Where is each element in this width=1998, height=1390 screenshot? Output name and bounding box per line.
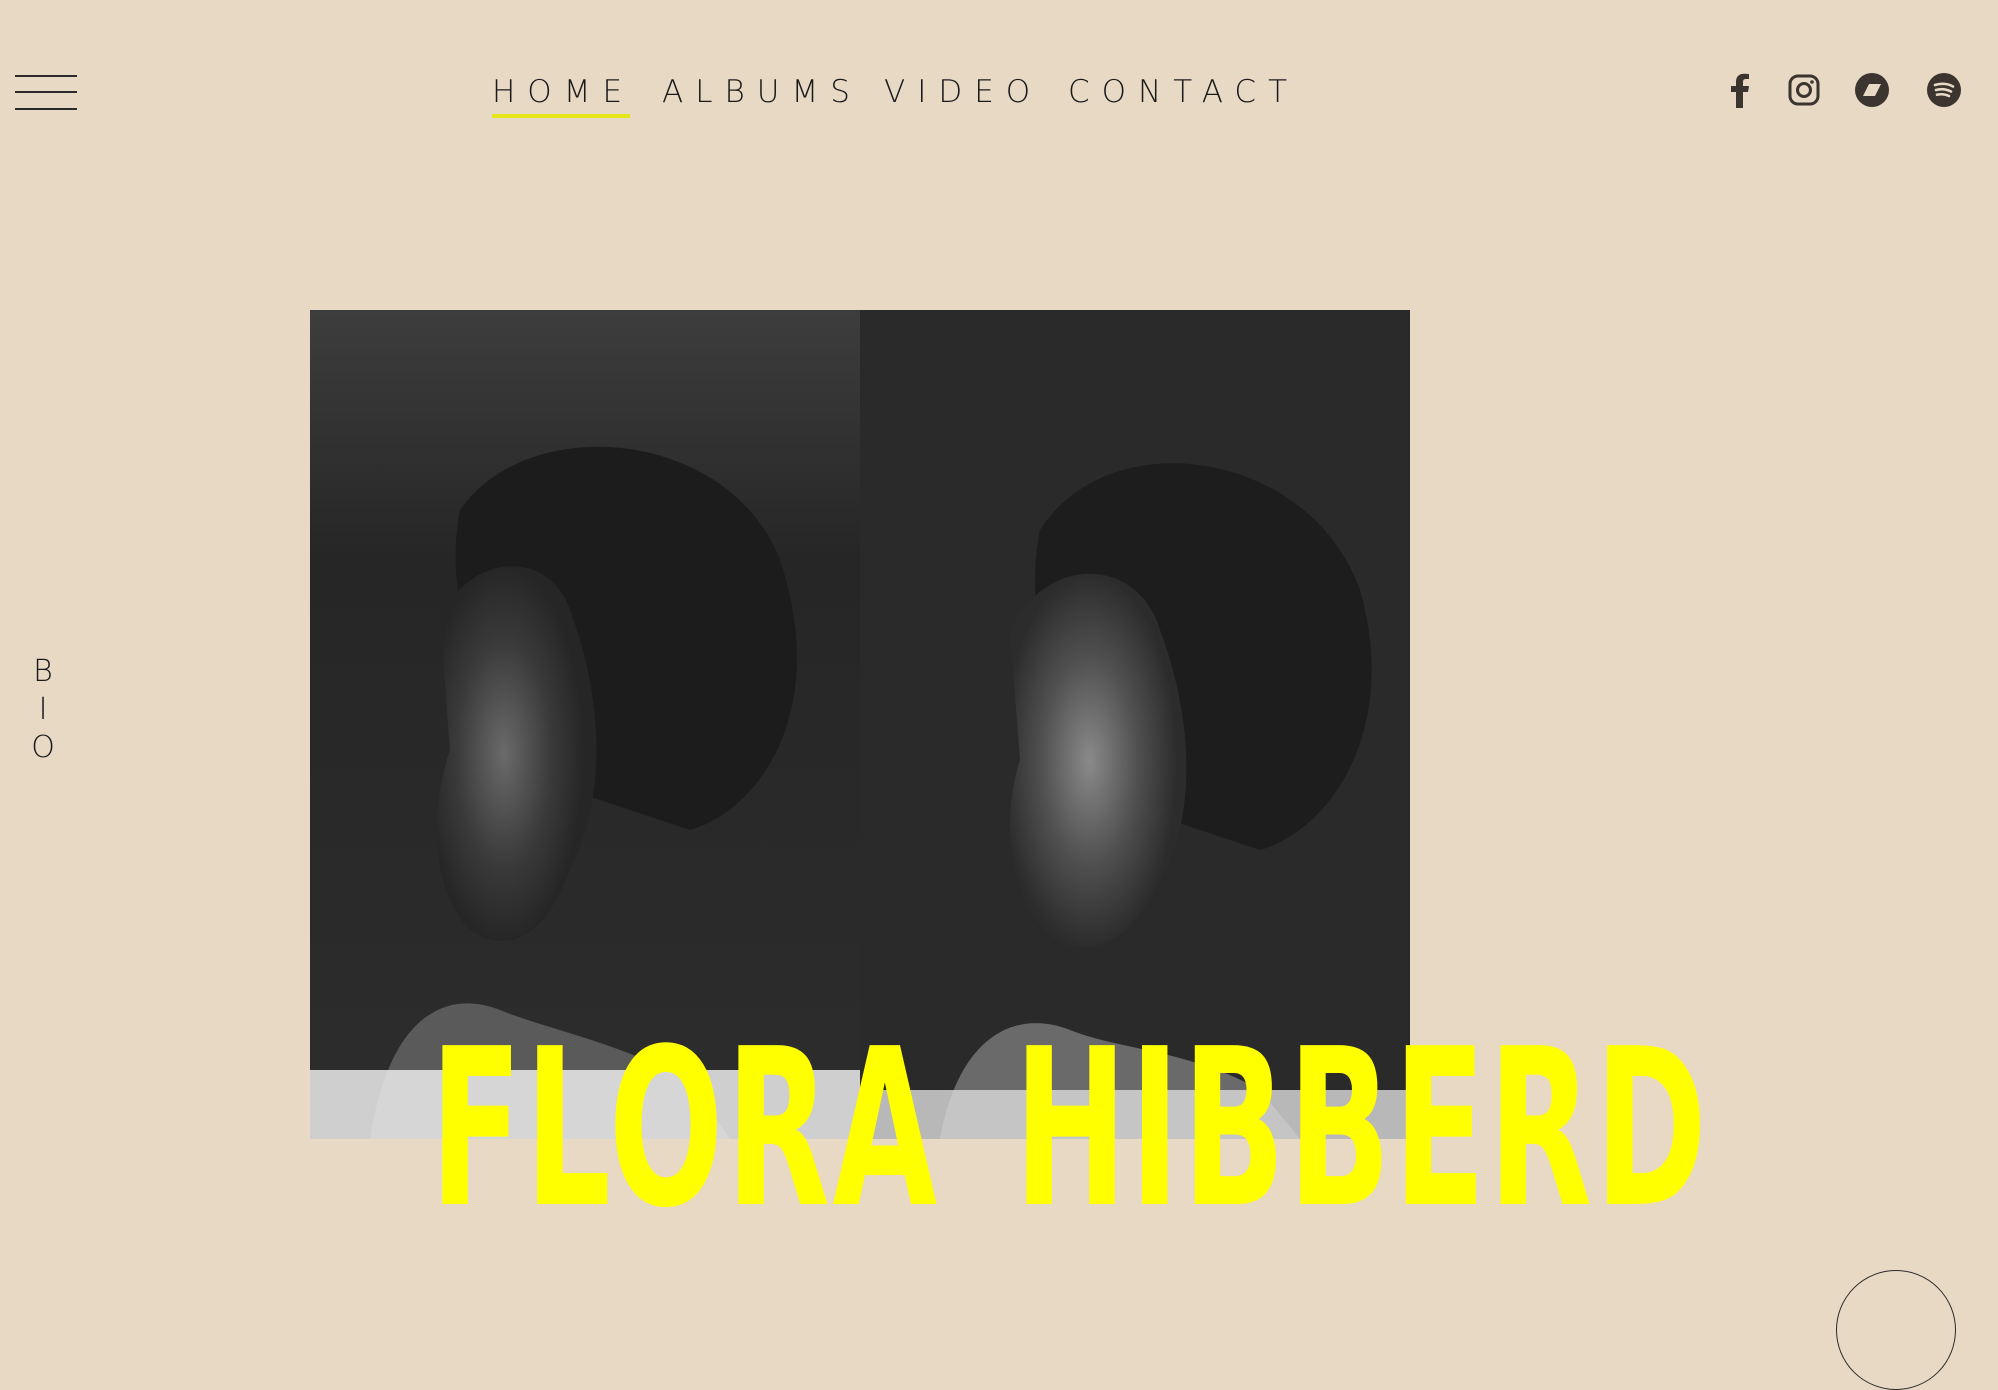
facebook-icon[interactable]: [1720, 68, 1760, 112]
bio-letter: I: [38, 692, 48, 727]
menu-line: [15, 108, 77, 110]
bandcamp-icon[interactable]: [1852, 68, 1892, 112]
nav-albums[interactable]: ALBUMS: [662, 72, 862, 112]
hamburger-menu-icon[interactable]: [15, 72, 77, 114]
nav-contact[interactable]: CONTACT: [1068, 72, 1299, 112]
bio-letter: B: [33, 654, 53, 689]
artist-name-title: FLORA HIBBERD: [430, 985, 1707, 1275]
nav-home[interactable]: HOME: [492, 72, 634, 118]
nav-video[interactable]: VIDEO: [884, 72, 1042, 112]
bio-letter: O: [31, 730, 55, 765]
artist-last-name: HIBBERD: [1014, 1003, 1710, 1256]
artist-first-name: FLORA: [430, 1003, 940, 1256]
menu-line: [15, 75, 77, 77]
menu-line: [15, 91, 77, 93]
bio-link[interactable]: B I O: [28, 653, 58, 767]
circle-button[interactable]: [1836, 1270, 1956, 1390]
spotify-icon[interactable]: [1924, 68, 1964, 112]
instagram-icon[interactable]: [1784, 68, 1824, 112]
